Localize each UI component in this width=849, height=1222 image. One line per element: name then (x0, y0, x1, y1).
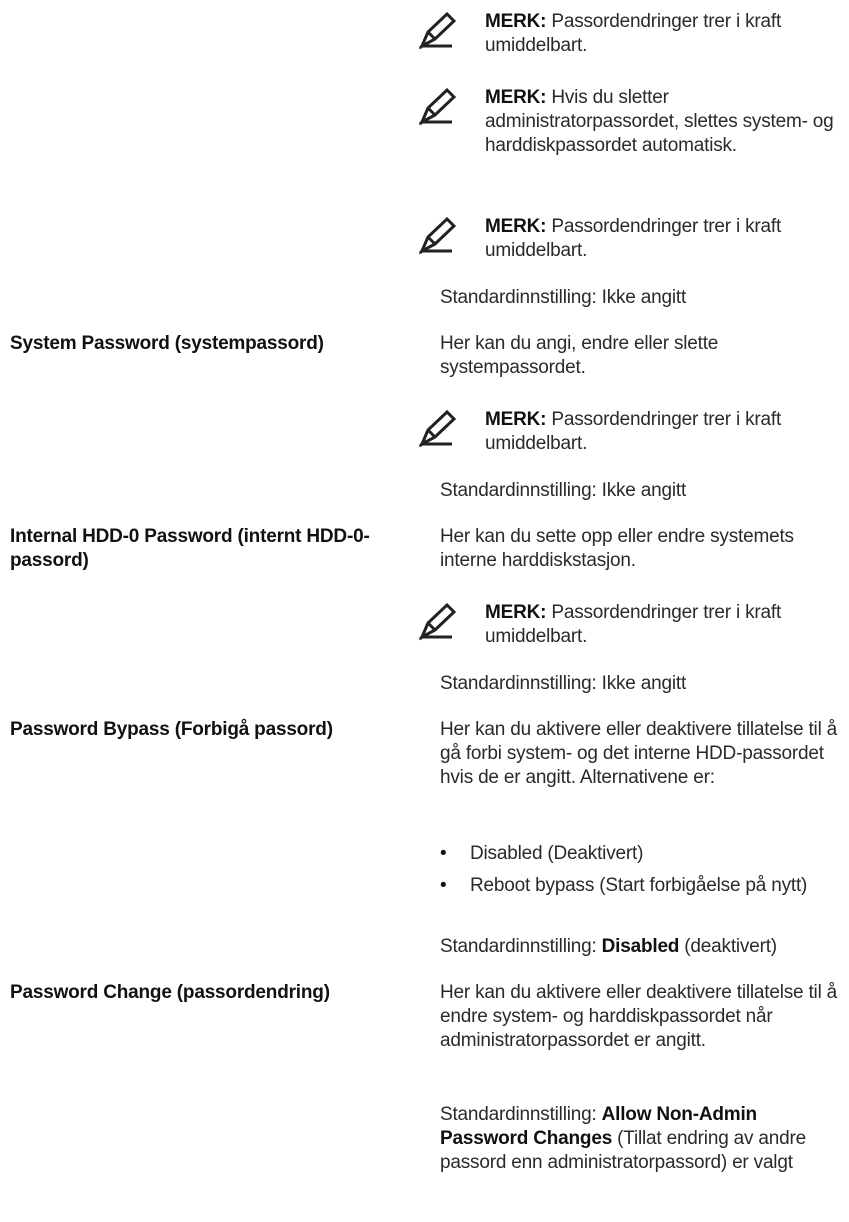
top-default: Standardinnstilling: Ikke angitt (440, 286, 845, 310)
section-system-password: Her kan du angi, endre eller slette syst… (440, 332, 845, 380)
note: MERK: Passordendringer trer i kraft umid… (418, 601, 845, 651)
section-label-password-bypass: Password Bypass (Forbigå passord) (10, 719, 333, 740)
list-item: • Disabled (Deaktivert) (440, 842, 845, 866)
pencil-note-icon (418, 12, 456, 50)
pencil-note-icon (418, 217, 456, 255)
section-label-system-password: System Password (systempassord) (10, 333, 324, 354)
list-item: • Reboot bypass (Start forbigåelse på nyt… (440, 874, 845, 898)
bullet: • (440, 875, 447, 896)
section-password-bypass: Her kan du aktivere eller deaktivere til… (440, 718, 845, 790)
document-page: MERK: Passordendringer trer i kraft umid… (0, 0, 849, 1222)
note-prefix: MERK: (485, 11, 547, 32)
default-suffix: (deaktivert) (679, 936, 777, 957)
default-prefix: Standardinnstilling: (440, 936, 602, 957)
section-internal-hdd-password: Her kan du sette opp eller endre systeme… (440, 525, 845, 573)
bullet: • (440, 843, 447, 864)
section-password-bypass-default: Standardinnstilling: Disabled (deaktiver… (440, 935, 845, 959)
option-text: Disabled (Deaktivert) (470, 843, 644, 864)
section-label-internal-hdd-password: Internal HDD-0 Password (internt HDD-0-p… (10, 526, 370, 571)
section-system-password-note: MERK: Passordendringer trer i kraft umid… (418, 408, 845, 458)
section-description: Her kan du aktivere eller deaktivere til… (440, 719, 838, 788)
top-notes-3: MERK: Passordendringer trer i kraft umid… (418, 215, 845, 265)
top-notes: MERK: Passordendringer trer i kraft umid… (418, 10, 845, 60)
default-setting: Standardinnstilling: Disabled (deaktiver… (440, 935, 845, 959)
note-prefix: MERK: (485, 409, 547, 430)
option-text: Reboot bypass (Start forbigåelse på nytt… (470, 875, 808, 896)
pencil-note-icon (418, 410, 456, 448)
default-value: Disabled (601, 936, 680, 957)
default-setting: Standardinnstilling: Ikke angitt (440, 287, 687, 308)
section-description: Her kan du angi, endre eller slette syst… (440, 333, 719, 378)
section-system-password-default: Standardinnstilling: Ikke angitt (440, 479, 845, 503)
section-internal-hdd-password-default: Standardinnstilling: Ikke angitt (440, 672, 845, 696)
section-description: Her kan du sette opp eller endre systeme… (440, 526, 794, 571)
top-notes-2: MERK: Hvis du sletter administratorpasso… (418, 86, 845, 158)
section-password-change-default: Standardinnstilling: Allow Non-Admin Pas… (440, 1103, 845, 1175)
note-prefix: MERK: (485, 602, 547, 623)
pencil-note-icon (418, 88, 456, 126)
options-list: • Disabled (Deaktivert) • Reboot bypass (S… (440, 842, 845, 898)
note-prefix: MERK: (485, 87, 547, 108)
default-setting: Standardinnstilling: Ikke angitt (440, 480, 687, 501)
section-password-change: Her kan du aktivere eller deaktivere til… (440, 981, 845, 1053)
section-internal-hdd-password-note: MERK: Passordendringer trer i kraft umid… (418, 601, 845, 651)
note: MERK: Hvis du sletter administratorpasso… (418, 86, 845, 158)
pencil-note-icon (418, 603, 456, 641)
default-setting: Standardinnstilling: Allow Non-Admin Pas… (440, 1103, 845, 1175)
section-description: Her kan du aktivere eller deaktivere til… (440, 982, 838, 1051)
note: MERK: Passordendringer trer i kraft umid… (418, 215, 845, 265)
note: MERK: Passordendringer trer i kraft umid… (418, 408, 845, 458)
section-label-password-change: Password Change (passordendring) (10, 982, 330, 1003)
default-prefix: Standardinnstilling: (440, 1104, 602, 1125)
section-password-bypass-options: • Disabled (Deaktivert) • Reboot bypass (S… (440, 842, 845, 898)
default-setting: Standardinnstilling: Ikke angitt (440, 673, 687, 694)
note: MERK: Passordendringer trer i kraft umid… (418, 10, 845, 60)
note-prefix: MERK: (485, 216, 547, 237)
